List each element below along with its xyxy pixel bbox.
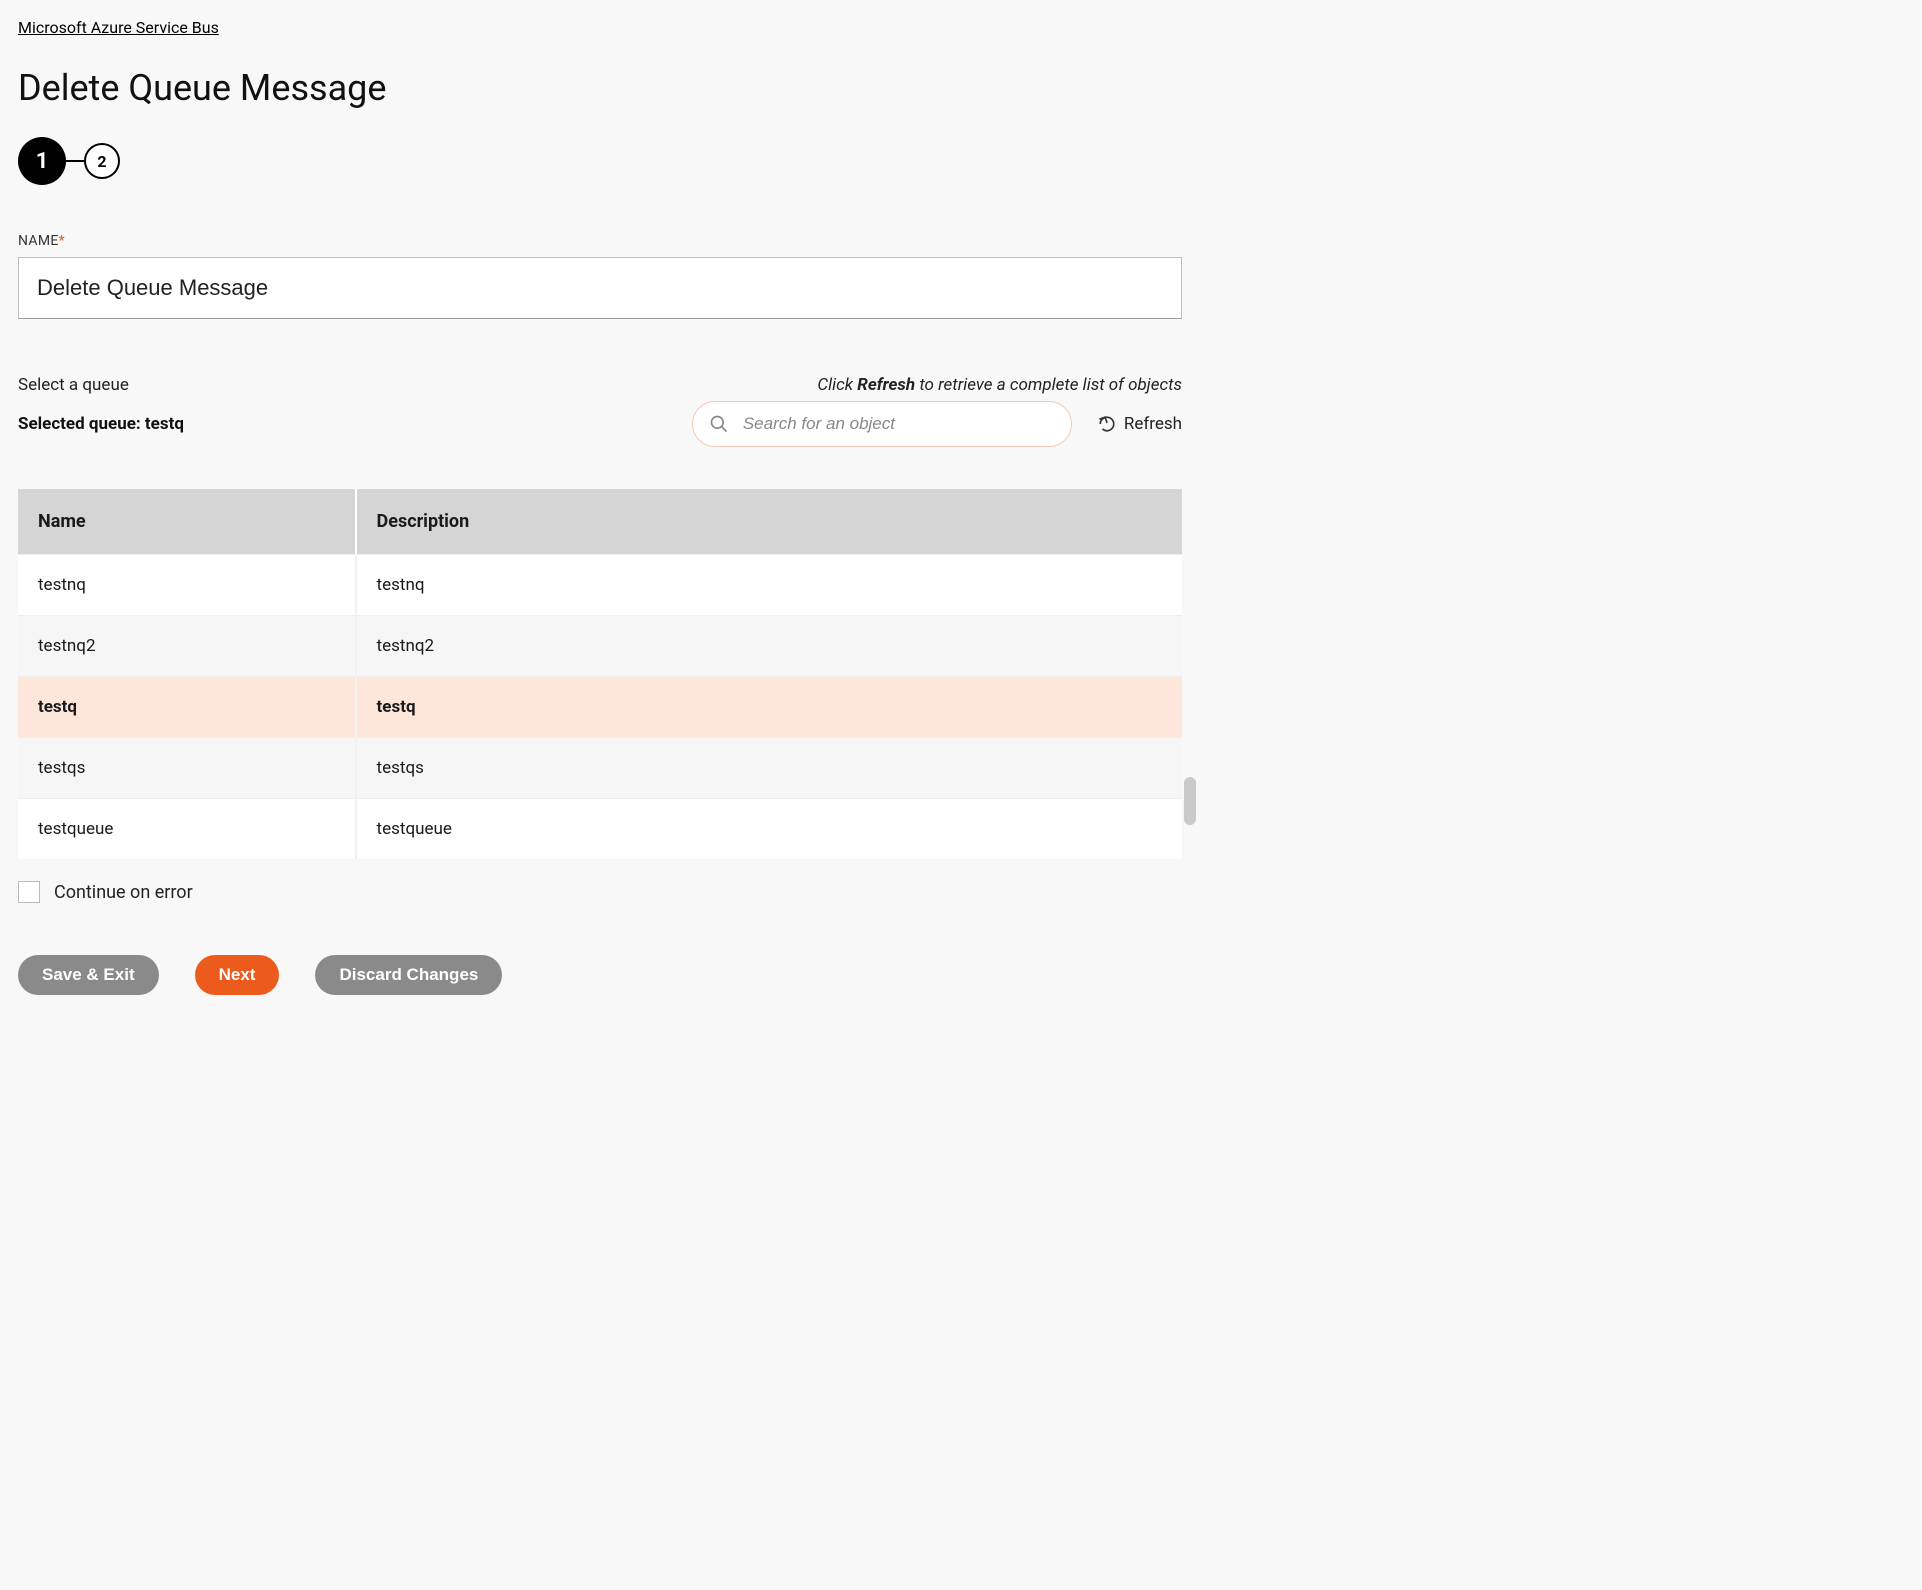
step-2[interactable]: 2 bbox=[84, 143, 120, 179]
search-box[interactable] bbox=[692, 401, 1072, 447]
progress-stepper: 1 2 bbox=[18, 137, 1182, 185]
refresh-icon bbox=[1098, 415, 1116, 433]
search-icon bbox=[709, 414, 729, 434]
breadcrumb-link[interactable]: Microsoft Azure Service Bus bbox=[18, 18, 219, 37]
table-row[interactable]: testqtestq bbox=[18, 677, 1182, 738]
cell-description: testq bbox=[356, 677, 1182, 738]
save-exit-button[interactable]: Save & Exit bbox=[18, 955, 159, 995]
next-button[interactable]: Next bbox=[195, 955, 280, 995]
name-input[interactable] bbox=[18, 257, 1182, 319]
table-row[interactable]: testnq2testnq2 bbox=[18, 616, 1182, 677]
cell-name: testnq bbox=[18, 555, 356, 616]
cell-name: testqs bbox=[18, 738, 356, 799]
refresh-label: Refresh bbox=[1124, 414, 1182, 434]
cell-description: testnq2 bbox=[356, 616, 1182, 677]
table-row[interactable]: testnqtestnq bbox=[18, 555, 1182, 616]
name-field-label: NAME* bbox=[18, 233, 1182, 249]
page-title: Delete Queue Message bbox=[18, 67, 1182, 109]
scrollbar-thumb[interactable] bbox=[1184, 777, 1196, 825]
select-queue-label: Select a queue bbox=[18, 375, 129, 395]
continue-on-error-checkbox[interactable] bbox=[18, 881, 40, 903]
column-header-description[interactable]: Description bbox=[356, 489, 1182, 555]
table-row[interactable]: testqstestqs bbox=[18, 738, 1182, 799]
cell-name: testq bbox=[18, 677, 356, 738]
table-row[interactable]: testqueuetestqueue bbox=[18, 799, 1182, 860]
queue-table-wrap: Name Description testnqtestnqtestnq2test… bbox=[18, 489, 1182, 859]
step-connector bbox=[66, 160, 84, 162]
step-1[interactable]: 1 bbox=[18, 137, 66, 185]
refresh-button[interactable]: Refresh bbox=[1098, 414, 1182, 434]
cell-description: testqueue bbox=[356, 799, 1182, 860]
cell-description: testqs bbox=[356, 738, 1182, 799]
queue-table: Name Description testnqtestnqtestnq2test… bbox=[18, 489, 1182, 859]
cell-description: testnq bbox=[356, 555, 1182, 616]
cell-name: testnq2 bbox=[18, 616, 356, 677]
search-input[interactable] bbox=[741, 413, 1053, 435]
refresh-hint: Click Refresh to retrieve a complete lis… bbox=[817, 375, 1182, 395]
column-header-name[interactable]: Name bbox=[18, 489, 356, 555]
continue-on-error-label: Continue on error bbox=[54, 882, 193, 903]
discard-changes-button[interactable]: Discard Changes bbox=[315, 955, 502, 995]
cell-name: testqueue bbox=[18, 799, 356, 860]
selected-queue-label: Selected queue: testq bbox=[18, 414, 184, 434]
